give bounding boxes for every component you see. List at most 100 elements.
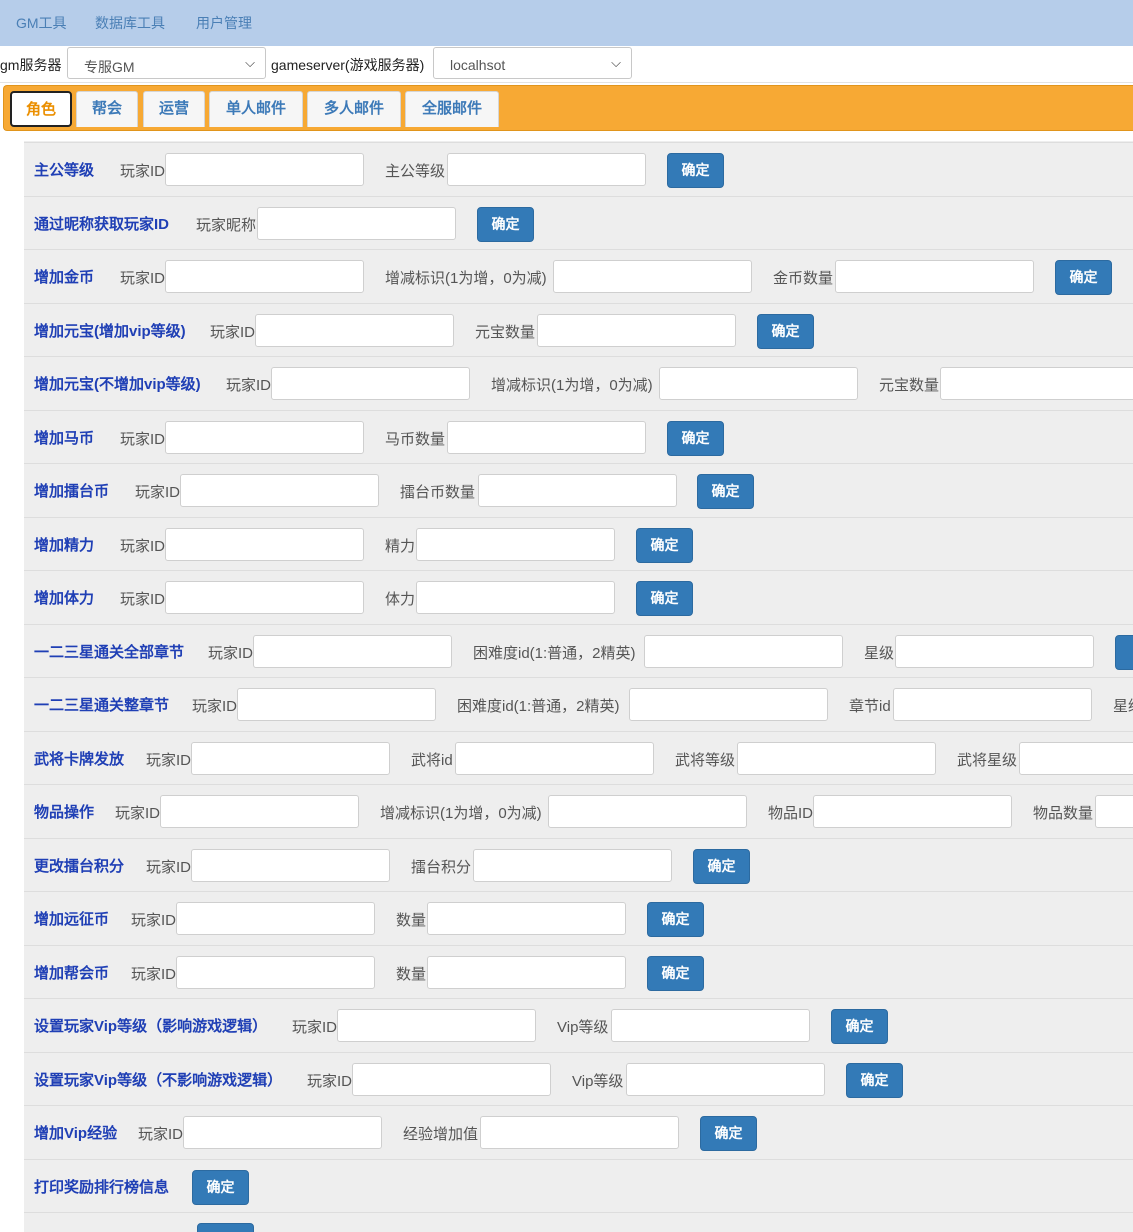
confirm-button[interactable]: 确定 — [477, 207, 534, 242]
row-title: 设置玩家Vip等级（不影响游戏逻辑） — [34, 1072, 283, 1089]
difficulty-input[interactable] — [644, 635, 843, 668]
player-id-input[interactable] — [160, 795, 359, 828]
hero-star-input[interactable] — [1019, 742, 1133, 775]
ingot-amount-input[interactable] — [537, 314, 736, 347]
stamina-input[interactable] — [416, 581, 615, 614]
confirm-button[interactable]: 砣 — [1115, 635, 1133, 670]
row-title: 一二三星通关全部章节 — [34, 644, 185, 661]
row-title: 打印奖励排行榜信息 — [34, 1179, 170, 1196]
field-label: 玩家ID — [146, 859, 192, 876]
player-id-input[interactable] — [271, 367, 470, 400]
difficulty-input[interactable] — [629, 688, 828, 721]
nav-user-management[interactable]: 用户管理 — [196, 13, 252, 33]
horse-coin-input[interactable] — [447, 421, 646, 454]
tab-multi-mail[interactable]: 多人邮件 — [307, 91, 401, 127]
field-label: 星级 — [864, 645, 895, 662]
increase-flag-input[interactable] — [659, 367, 858, 400]
tab-guild[interactable]: 帮会 — [76, 91, 138, 127]
player-id-input[interactable] — [180, 474, 379, 507]
chapter-id-input[interactable] — [893, 688, 1092, 721]
field-label: 玩家ID — [307, 1073, 353, 1090]
confirm-button[interactable]: 确定 — [647, 956, 704, 991]
hero-level-input[interactable] — [737, 742, 936, 775]
field-label: 玩家ID — [115, 805, 161, 822]
tab-role[interactable]: 角色 — [10, 91, 72, 127]
field-label: 玩家ID — [120, 431, 166, 448]
row-title: 增加帮会币 — [34, 965, 110, 982]
field-label: 玩家昵称 — [196, 217, 257, 234]
item-id-input[interactable] — [813, 795, 1012, 828]
player-id-input[interactable] — [176, 902, 375, 935]
field-label: 玩家ID — [131, 912, 177, 929]
player-id-input[interactable] — [176, 956, 375, 989]
nickname-input[interactable] — [257, 207, 456, 240]
vip-level-input[interactable] — [626, 1063, 825, 1096]
player-id-input[interactable] — [165, 581, 364, 614]
row-title: 设置玩家Vip等级（影响游戏逻辑） — [34, 1018, 268, 1035]
player-id-input[interactable] — [165, 421, 364, 454]
amount-input[interactable] — [427, 902, 626, 935]
nav-gm-tools[interactable]: GM工具 — [16, 13, 67, 33]
lord-level-input[interactable] — [447, 153, 646, 186]
confirm-button[interactable]: 确定 — [693, 849, 750, 884]
gold-amount-input[interactable] — [835, 260, 1034, 293]
row-title: 物品操作 — [34, 804, 95, 821]
confirm-button[interactable]: 确定 — [757, 314, 814, 349]
confirm-button[interactable]: 确定 — [636, 581, 693, 616]
form-row-add-ingot-vip: 增加元宝(增加vip等级) 玩家ID 元宝数量 确定 — [24, 303, 1133, 357]
field-label: 玩家ID — [138, 1126, 184, 1143]
hero-id-input[interactable] — [455, 742, 654, 775]
vip-level-input[interactable] — [611, 1009, 810, 1042]
field-label: 金币数量 — [773, 270, 834, 287]
confirm-button[interactable]: 确定 — [667, 421, 724, 456]
form-row-id-by-nickname: 通过昵称获取玩家ID 玩家昵称 确定 — [24, 196, 1133, 250]
gm-server-select[interactable]: 专服GM ⌵ — [67, 47, 266, 79]
tab-server-mail[interactable]: 全服邮件 — [405, 91, 499, 127]
field-label: 武将星级 — [957, 752, 1018, 769]
confirm-button[interactable]: 确定 — [700, 1116, 757, 1151]
field-label: 困难度id(1:普通，2精英) — [457, 698, 620, 715]
confirm-button[interactable]: 确定 — [636, 528, 693, 563]
player-id-input[interactable] — [165, 528, 364, 561]
confirm-button[interactable]: 确定 — [846, 1063, 903, 1098]
confirm-button[interactable]: 确定 — [1055, 260, 1112, 295]
player-id-input[interactable] — [183, 1116, 382, 1149]
player-id-input[interactable] — [191, 742, 390, 775]
arena-score-input[interactable] — [473, 849, 672, 882]
tab-single-mail[interactable]: 单人邮件 — [209, 91, 303, 127]
amount-input[interactable] — [427, 956, 626, 989]
player-id-input[interactable] — [352, 1063, 551, 1096]
row-title: 增加元宝(不增加vip等级) — [34, 376, 201, 393]
row-title: 增加马币 — [34, 430, 95, 447]
player-id-input[interactable] — [237, 688, 436, 721]
player-id-input[interactable] — [191, 849, 390, 882]
star-level-input[interactable] — [895, 635, 1094, 668]
row-title: 武将卡牌发放 — [34, 751, 125, 768]
exp-increase-input[interactable] — [480, 1116, 679, 1149]
increase-flag-input[interactable] — [553, 260, 752, 293]
field-label: 困难度id(1:普通，2精英) — [473, 645, 636, 662]
nav-database-tools[interactable]: 数据库工具 — [95, 13, 165, 33]
field-label: 玩家ID — [120, 591, 166, 608]
player-id-input[interactable] — [255, 314, 454, 347]
confirm-button[interactable]: 确定 — [192, 1170, 249, 1205]
player-id-input[interactable] — [165, 260, 364, 293]
ingot-amount-input[interactable] — [940, 367, 1133, 400]
tab-operations[interactable]: 运营 — [143, 91, 205, 127]
player-id-input[interactable] — [165, 153, 364, 186]
confirm-button[interactable]: 确定 — [831, 1009, 888, 1044]
increase-flag-input[interactable] — [548, 795, 747, 828]
row-title: 主公等级 — [34, 162, 95, 179]
energy-input[interactable] — [416, 528, 615, 561]
confirm-button[interactable]: 确定 — [667, 153, 724, 188]
player-id-input[interactable] — [337, 1009, 536, 1042]
arena-coin-input[interactable] — [478, 474, 677, 507]
confirm-button[interactable] — [197, 1223, 254, 1232]
row-title: 增加远征币 — [34, 911, 110, 928]
game-server-select[interactable]: localhsot ⌵ — [433, 47, 632, 79]
confirm-button[interactable]: 确定 — [697, 474, 754, 509]
player-id-input[interactable] — [253, 635, 452, 668]
item-amount-input[interactable] — [1095, 795, 1133, 828]
confirm-button[interactable]: 确定 — [647, 902, 704, 937]
field-label: Vip等级 — [572, 1073, 624, 1090]
